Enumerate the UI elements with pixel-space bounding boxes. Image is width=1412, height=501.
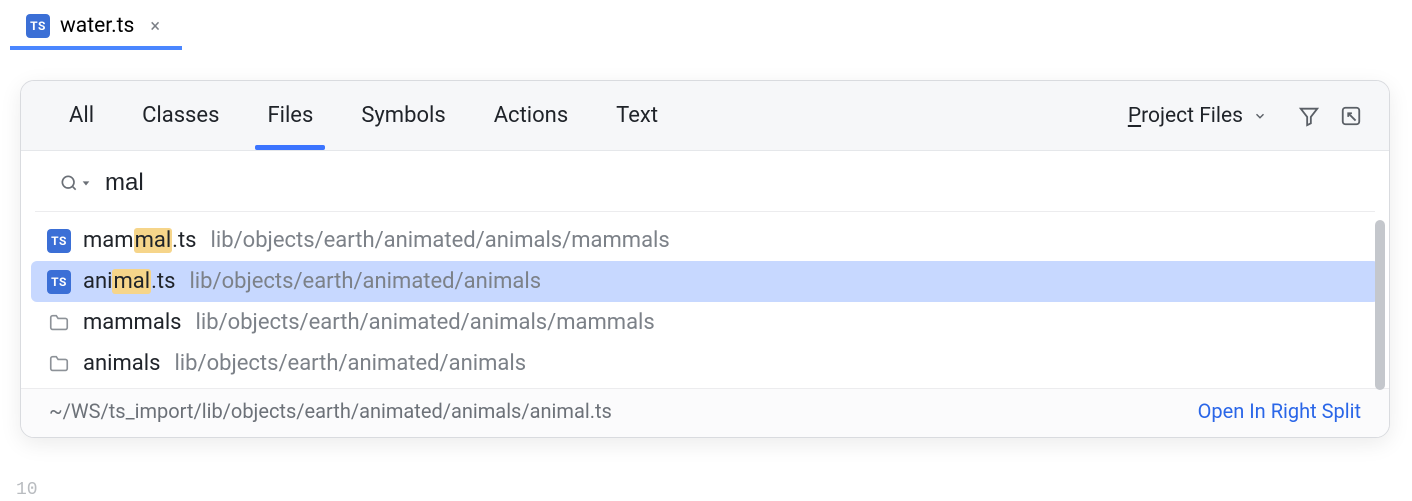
results-list: TS mammal.ts lib/objects/earth/animated/an… (21, 212, 1389, 388)
chevron-down-icon (1253, 109, 1267, 123)
close-icon[interactable]: × (144, 14, 166, 39)
popup-tab-files[interactable]: Files (243, 81, 337, 150)
popup-tab-all[interactable]: All (45, 81, 118, 150)
popup-tabs: AllClassesFilesSymbolsActionsText Projec… (21, 81, 1389, 151)
result-name: animals (83, 351, 160, 376)
popup-tab-symbols[interactable]: Symbols (337, 81, 469, 150)
popup-tab-actions[interactable]: Actions (470, 81, 592, 150)
search-everywhere-popup: AllClassesFilesSymbolsActionsText Projec… (20, 80, 1390, 438)
search-row (35, 151, 1375, 212)
result-path: lib/objects/earth/animated/animals (174, 351, 526, 376)
popup-footer: ~/WS/ts_import/lib/objects/earth/animate… (21, 388, 1389, 437)
open-in-right-split-link[interactable]: Open In Right Split (1198, 399, 1361, 423)
active-tab-underline (10, 46, 182, 50)
editor-tab-water[interactable]: TS water.ts × (10, 4, 182, 49)
result-row[interactable]: animals lib/objects/earth/animated/animal… (21, 343, 1389, 384)
result-row[interactable]: TS mammal.ts lib/objects/earth/animated/an… (21, 220, 1389, 261)
folder-icon (47, 311, 71, 335)
typescript-icon: TS (47, 270, 71, 294)
filter-icon[interactable] (1295, 102, 1323, 130)
search-icon (59, 173, 79, 193)
editor-tabs: TS water.ts × (0, 0, 1412, 52)
result-row[interactable]: TS animal.ts lib/objects/earth/animated/an… (31, 261, 1379, 302)
footer-path: ~/WS/ts_import/lib/objects/earth/animate… (49, 399, 612, 423)
result-row[interactable]: mammals lib/objects/earth/animated/animal… (21, 302, 1389, 343)
result-path: lib/objects/earth/animated/animals/mamma… (196, 310, 655, 335)
popup-tab-classes[interactable]: Classes (118, 81, 243, 150)
typescript-icon: TS (26, 14, 50, 38)
typescript-icon: TS (47, 229, 71, 253)
caret-down-icon[interactable] (81, 178, 91, 188)
scope-dropdown[interactable]: Project Files (1128, 104, 1281, 128)
popup-tab-text[interactable]: Text (592, 81, 682, 150)
open-in-window-icon[interactable] (1337, 102, 1365, 130)
gutter-line-number: 10 (16, 480, 38, 500)
editor-tab-filename: water.ts (60, 14, 134, 38)
scope-label: Project Files (1128, 104, 1243, 128)
folder-icon (47, 352, 71, 376)
result-name: animal.ts (83, 269, 175, 294)
result-path: lib/objects/earth/animated/animals/mamma… (211, 228, 670, 253)
scrollbar-thumb[interactable] (1375, 220, 1385, 390)
search-input[interactable] (105, 169, 1351, 197)
result-path: lib/objects/earth/animated/animals (189, 269, 541, 294)
result-name: mammals (83, 310, 182, 335)
result-name: mammal.ts (83, 228, 197, 253)
